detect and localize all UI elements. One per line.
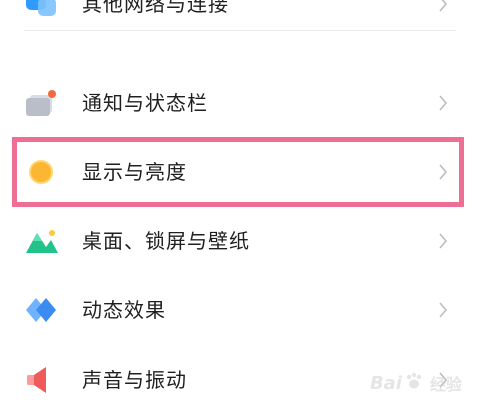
settings-screen: 其他网络与连接 通知与状态栏 显示与亮度 桌面、锁屏与壁纸 动态效果 声音与振动… <box>0 0 480 411</box>
brightness-icon <box>24 156 60 188</box>
chevron-right-icon <box>438 0 448 12</box>
settings-item-animation[interactable]: 动态效果 <box>0 280 480 340</box>
settings-item-other-network[interactable]: 其他网络与连接 <box>0 0 480 34</box>
settings-item-label: 动态效果 <box>82 298 166 322</box>
notification-icon <box>24 87 60 119</box>
chevron-right-icon <box>438 233 448 249</box>
settings-item-wallpaper[interactable]: 桌面、锁屏与壁纸 <box>0 211 480 271</box>
settings-item-label: 通知与状态栏 <box>82 91 208 115</box>
wallpaper-icon <box>24 225 60 257</box>
network-icon <box>24 0 60 20</box>
chevron-right-icon <box>438 95 448 111</box>
sound-icon <box>24 364 60 396</box>
settings-item-label: 桌面、锁屏与壁纸 <box>82 229 250 253</box>
settings-item-display-brightness[interactable]: 显示与亮度 <box>0 142 480 202</box>
chevron-right-icon <box>438 164 448 180</box>
settings-item-label: 显示与亮度 <box>82 160 187 184</box>
settings-item-label: 其他网络与连接 <box>82 0 229 16</box>
paw-icon <box>404 371 424 395</box>
settings-item-notification[interactable]: 通知与状态栏 <box>0 73 480 133</box>
settings-item-label: 声音与振动 <box>82 368 187 392</box>
watermark-text: Bai <box>369 372 402 394</box>
watermark: Bai 经验 <box>370 369 462 397</box>
watermark-subtext: 经验 <box>429 375 462 394</box>
divider <box>24 30 456 31</box>
animation-icon <box>24 294 60 326</box>
chevron-right-icon <box>438 302 448 318</box>
